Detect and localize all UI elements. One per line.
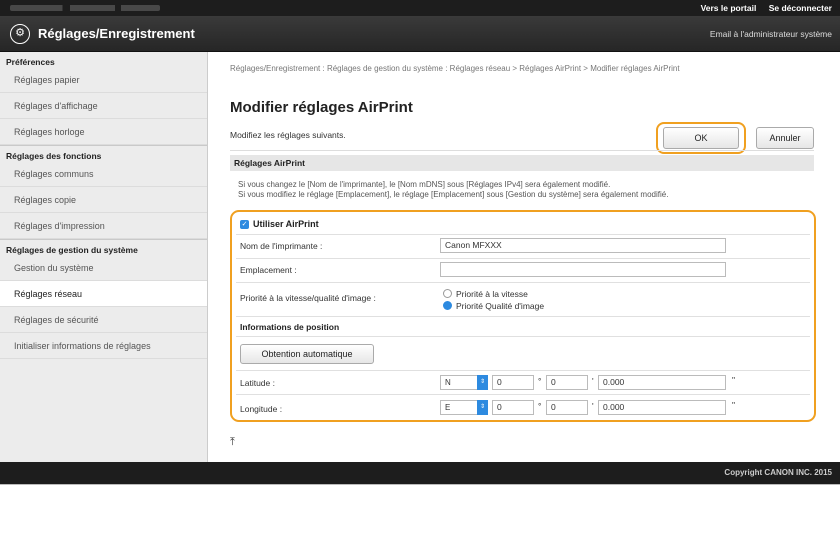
divider xyxy=(236,394,810,395)
use-airprint-label: Utiliser AirPrint xyxy=(253,219,319,229)
sidebar-item-reset[interactable]: Initialiser informations de réglages xyxy=(0,333,207,359)
longitude-degrees-input[interactable]: 0 xyxy=(492,400,534,415)
header: ⚙ Réglages/Enregistrement Email à l'admi… xyxy=(0,16,840,52)
sidebar-item-clock[interactable]: Réglages horloge xyxy=(0,119,207,145)
note-line: Si vous changez le [Nom de l'imprimante]… xyxy=(238,180,611,189)
latitude-degrees-input[interactable]: 0 xyxy=(492,375,534,390)
printer-name-input[interactable]: Canon MFXXX xyxy=(440,238,726,253)
latitude-label: Latitude : xyxy=(240,378,275,388)
latitude-direction-value: N xyxy=(445,378,451,387)
divider xyxy=(236,282,810,283)
page-title: Modifier réglages AirPrint xyxy=(230,99,413,116)
email-admin-link[interactable]: Email à l'administrateur système xyxy=(710,29,832,39)
blurred-device-name xyxy=(10,5,160,11)
sidebar-group-title: Préférences xyxy=(6,57,55,67)
priority-quality-label: Priorité Qualité d'image xyxy=(456,301,545,311)
longitude-label: Longitude : xyxy=(240,404,283,414)
top-links: Vers le portail Se déconnecter xyxy=(691,3,832,13)
instruction-text: Modifiez les réglages suivants. xyxy=(230,130,346,140)
sidebar-item-security[interactable]: Réglages de sécurité xyxy=(0,307,207,333)
section-header: Réglages AirPrint xyxy=(230,155,814,171)
portal-link[interactable]: Vers le portail xyxy=(701,3,757,13)
back-to-top-icon[interactable]: ⤒ xyxy=(230,436,235,449)
divider xyxy=(230,150,814,151)
chevron-updown-icon: ⇕ xyxy=(477,400,488,415)
ok-button[interactable]: OK xyxy=(663,127,739,149)
printer-name-label: Nom de l'imprimante : xyxy=(240,241,323,251)
sidebar-item-common[interactable]: Réglages communs xyxy=(0,161,207,187)
priority-speed-radio[interactable] xyxy=(443,289,452,298)
longitude-seconds-input[interactable]: 0.000 xyxy=(598,400,726,415)
location-input[interactable] xyxy=(440,262,726,277)
priority-label: Priorité à la vitesse/qualité d'image : xyxy=(240,293,376,303)
divider xyxy=(236,316,810,317)
minute-symbol: ' xyxy=(592,401,594,411)
sidebar: Préférences Réglages papier Réglages d'a… xyxy=(0,52,208,462)
sidebar-item-copy[interactable]: Réglages copie xyxy=(0,187,207,213)
sidebar-group-title: Réglages de gestion du système xyxy=(0,239,207,255)
degree-symbol: ° xyxy=(538,401,542,411)
note-text: Si vous changez le [Nom de l'imprimante]… xyxy=(238,180,668,200)
divider xyxy=(236,258,810,259)
footer: Copyright CANON INC. 2015 xyxy=(0,462,840,484)
latitude-seconds-input[interactable]: 0.000 xyxy=(598,375,726,390)
minute-symbol: ' xyxy=(592,376,594,386)
chevron-updown-icon: ⇕ xyxy=(477,375,488,390)
second-symbol: " xyxy=(732,400,736,410)
auto-acquire-button[interactable]: Obtention automatique xyxy=(240,344,374,364)
logout-link[interactable]: Se déconnecter xyxy=(769,3,832,13)
priority-speed-label: Priorité à la vitesse xyxy=(456,289,528,299)
divider xyxy=(236,370,810,371)
divider xyxy=(236,336,810,337)
use-airprint-checkbox[interactable]: ✓ xyxy=(240,220,249,229)
longitude-minutes-input[interactable]: 0 xyxy=(546,400,588,415)
sidebar-item-display[interactable]: Réglages d'affichage xyxy=(0,93,207,119)
degree-symbol: ° xyxy=(538,376,542,386)
sidebar-item-system[interactable]: Gestion du système xyxy=(0,255,207,281)
page-below-area xyxy=(0,484,840,545)
breadcrumb: Réglages/Enregistrement : Réglages de ge… xyxy=(230,64,680,73)
page-header-title: Réglages/Enregistrement xyxy=(38,26,195,41)
settings-logo-icon: ⚙ xyxy=(10,24,30,44)
longitude-direction-value: E xyxy=(445,403,451,412)
latitude-direction-select[interactable]: N ⇕ xyxy=(440,375,488,390)
cancel-button[interactable]: Annuler xyxy=(756,127,814,149)
location-label: Emplacement : xyxy=(240,265,297,275)
priority-quality-radio[interactable] xyxy=(443,301,452,310)
position-header: Informations de position xyxy=(240,322,340,332)
sidebar-item-print[interactable]: Réglages d'impression xyxy=(0,213,207,239)
divider xyxy=(236,234,810,235)
latitude-minutes-input[interactable]: 0 xyxy=(546,375,588,390)
top-bar: Vers le portail Se déconnecter xyxy=(0,0,840,16)
sidebar-item-network[interactable]: Réglages réseau xyxy=(0,281,207,307)
note-line: Si vous modifiez le réglage [Emplacement… xyxy=(238,190,669,199)
main-content: Réglages/Enregistrement : Réglages de ge… xyxy=(208,52,840,462)
sidebar-group-title: Réglages des fonctions xyxy=(0,145,207,161)
second-symbol: " xyxy=(732,375,736,385)
copyright-text: Copyright CANON INC. 2015 xyxy=(724,468,832,477)
sidebar-item-paper[interactable]: Réglages papier xyxy=(0,67,207,93)
longitude-direction-select[interactable]: E ⇕ xyxy=(440,400,488,415)
